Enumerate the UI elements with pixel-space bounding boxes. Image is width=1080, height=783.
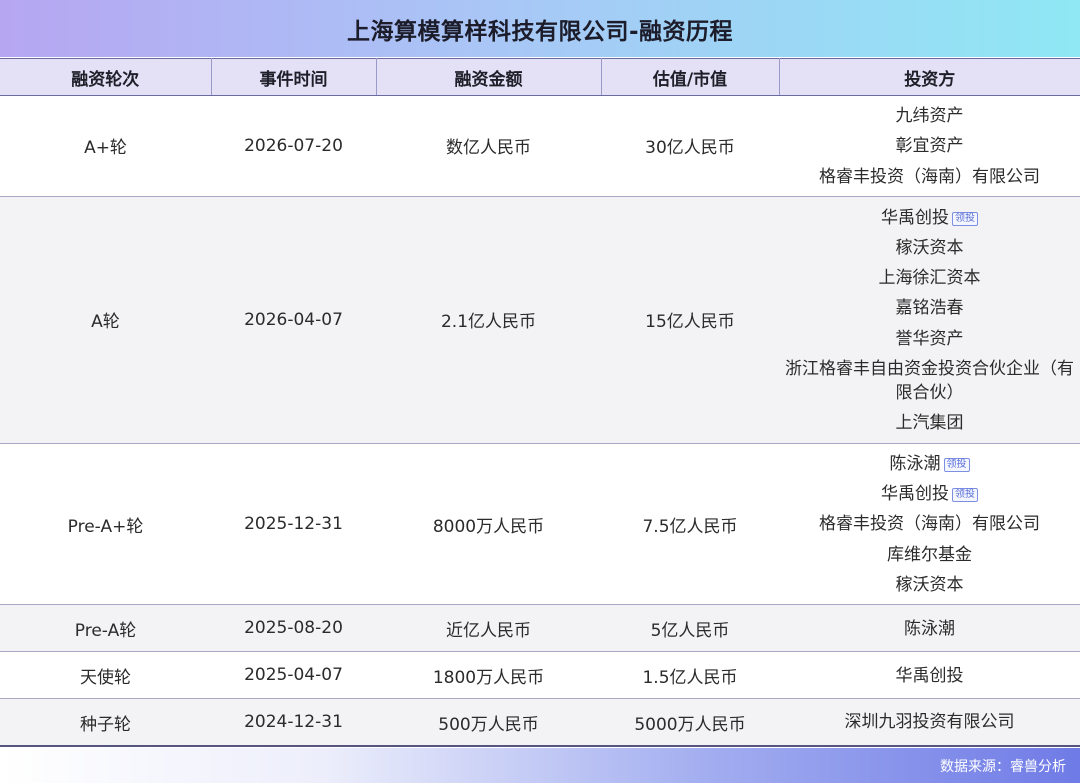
cell-round: Pre-A+轮	[0, 443, 211, 606]
investor-item: 陈泳潮	[783, 614, 1076, 644]
cell-amount: 1800万人民币	[376, 651, 601, 700]
cell-round: A+轮	[0, 95, 211, 197]
investor-item: 稼沃资本	[783, 570, 1076, 600]
header-investors: 投资方	[779, 58, 1080, 96]
investor-name: 浙江格睿丰自由资金投资合伙企业（有限合伙）	[785, 358, 1074, 403]
cell-investors: 深圳九羽投资有限公司	[779, 698, 1080, 747]
investor-item: 誉华资产	[783, 324, 1076, 354]
investor-item: 九纬资产	[783, 101, 1076, 131]
cell-valuation: 15亿人民币	[601, 196, 779, 444]
investor-item: 华禹创投	[783, 661, 1076, 691]
cell-round: 天使轮	[0, 651, 211, 700]
investor-list: 陈泳潮 领投 华禹创投 领投 格睿丰投资（海南）有限公司 库维尔基金 稼沃资本	[779, 444, 1080, 604]
investor-item: 陈泳潮 领投	[783, 449, 1076, 479]
investor-name: 格睿丰投资（海南）有限公司	[819, 166, 1040, 187]
investor-item: 格睿丰投资（海南）有限公司	[783, 162, 1076, 192]
investor-name: 上汽集团	[895, 412, 964, 433]
investor-item: 彰宜资产	[783, 131, 1076, 161]
investor-name: 华禹创投	[895, 665, 964, 686]
investor-name: 上海徐汇资本	[878, 268, 981, 289]
cell-amount: 500万人民币	[376, 698, 601, 747]
investor-name: 陈泳潮	[889, 453, 941, 474]
cell-amount: 2.1亿人民币	[376, 196, 601, 444]
cell-amount: 8000万人民币	[376, 443, 601, 606]
lead-investor-badge: 领投	[952, 211, 978, 226]
investor-item: 华禹创投 领投	[783, 479, 1076, 509]
investor-list: 华禹创投	[779, 656, 1080, 695]
investor-list: 深圳九羽投资有限公司	[779, 702, 1080, 741]
cell-date: 2025-08-20	[211, 604, 376, 653]
cell-investors: 华禹创投	[779, 651, 1080, 700]
table-body: A+轮 2026-07-20 数亿人民币 30亿人民币 九纬资产 彰宜资产 格睿丰投资（海南…	[0, 95, 1080, 747]
cell-valuation: 5亿人民币	[601, 604, 779, 653]
cell-date: 2024-12-31	[211, 698, 376, 747]
cell-investors: 华禹创投 领投稼沃资本上海徐汇资本 嘉铭浩春誉华资产浙江格睿丰自由资金投资合伙企业（…	[779, 196, 1080, 444]
cell-date: 2025-12-31	[211, 443, 376, 606]
investor-item: 深圳九羽投资有限公司	[783, 707, 1076, 737]
investor-item: 稼沃资本	[783, 233, 1076, 263]
cell-round: 种子轮	[0, 698, 211, 747]
table-header-row: 融资轮次 事件时间 融资金额 估值/市值 投资方	[0, 58, 1080, 96]
investor-name: 九纬资产	[895, 106, 964, 126]
lead-investor-badge: 领投	[952, 488, 978, 503]
investor-name: 格睿丰投资（海南）有限公司	[819, 514, 1040, 535]
cell-valuation: 7.5亿人民币	[601, 443, 779, 606]
cell-date: 2026-07-20	[211, 95, 376, 197]
cell-valuation: 5000万人民币	[601, 698, 779, 747]
title-bar: 上海算模算样科技有限公司-融资历程	[0, 0, 1080, 57]
investor-item: 华禹创投 领投	[783, 203, 1076, 233]
table-row: Pre-A轮 2025-08-20 近亿人民币 5亿人民币 陈泳潮	[0, 604, 1080, 653]
table-row: A轮 2026-04-07 2.1亿人民币 15亿人民币 华禹创投 领投 稼沃资本 上海徐汇资…	[0, 196, 1080, 444]
header-date: 事件时间	[211, 58, 377, 96]
footer: 数据来源：睿兽分析	[0, 748, 1080, 783]
header-valuation: 估值/市值	[601, 58, 780, 96]
investor-list: 陈泳潮	[779, 609, 1080, 648]
cell-investors: 陈泳潮 领投 华禹创投 领投 格睿丰投资（海南）有限公司 库维尔基金 稼沃资本	[779, 443, 1080, 606]
lead-investor-badge: 领投	[943, 457, 970, 472]
investor-list: 九纬资产彰宜资产格睿丰投资（海南）有限公司	[779, 96, 1080, 196]
cell-investors: 九纬资产彰宜资产格睿丰投资（海南）有限公司	[779, 95, 1080, 197]
page-title: 上海算模算样科技有限公司-融资历程	[346, 18, 734, 45]
investor-name: 誉华资产	[895, 328, 964, 349]
investor-name: 华禹创投	[881, 207, 949, 228]
table-row: 天使轮 2025-04-07 1800万人民币 1.5亿人民币 华禹创投	[0, 651, 1080, 700]
cell-round: Pre-A轮	[0, 604, 211, 653]
investor-name: 稼沃资本	[895, 237, 964, 258]
financing-table: 融资轮次 事件时间 融资金额 估值/市值 投资方 A+轮 2026-07-20 数亿…	[0, 58, 1080, 747]
cell-valuation: 1.5亿人民币	[601, 651, 779, 700]
investor-name: 稼沃资本	[895, 575, 964, 596]
investor-name: 华禹创投	[881, 484, 949, 505]
header-round: 融资轮次	[0, 58, 212, 96]
data-source: 数据来源：睿兽分析	[940, 758, 1066, 775]
investor-name: 陈泳潮	[904, 618, 955, 639]
investor-name: 深圳九羽投资有限公司	[844, 712, 1015, 733]
cell-investors: 陈泳潮	[779, 604, 1080, 653]
investor-name: 库维尔基金	[887, 544, 972, 565]
cell-date: 2026-04-07	[211, 196, 376, 444]
cell-date: 2025-04-07	[211, 651, 376, 700]
investor-item: 上汽集团	[783, 408, 1076, 438]
investor-list: 华禹创投 领投稼沃资本上海徐汇资本 嘉铭浩春誉华资产浙江格睿丰自由资金投资合伙企业（…	[779, 198, 1080, 443]
cell-amount: 数亿人民币	[376, 95, 601, 197]
header-amount: 融资金额	[376, 58, 602, 96]
table-row: Pre-A+轮 2025-12-31 8000万人民币 7.5亿人民币 陈泳潮 领投 华禹创…	[0, 443, 1080, 606]
cell-amount: 近亿人民币	[376, 604, 601, 653]
investor-item: 嘉铭浩春	[783, 293, 1076, 323]
table-row: 种子轮 2024-12-31 500万人民币 5000万人民币 深圳九羽投资有限公司	[0, 698, 1080, 747]
table-row: A+轮 2026-07-20 数亿人民币 30亿人民币 九纬资产 彰宜资产 格睿丰投资（海南…	[0, 95, 1080, 197]
cell-round: A轮	[0, 196, 211, 444]
investor-item: 上海徐汇资本	[783, 263, 1076, 293]
investor-item: 浙江格睿丰自由资金投资合伙企业（有限合伙）	[783, 354, 1076, 408]
investor-item: 格睿丰投资（海南）有限公司	[783, 509, 1076, 539]
investor-name: 彰宜资产	[895, 136, 964, 157]
investor-item: 库维尔基金	[783, 540, 1076, 570]
cell-valuation: 30亿人民币	[601, 95, 779, 197]
investor-name: 嘉铭浩春	[895, 298, 964, 319]
